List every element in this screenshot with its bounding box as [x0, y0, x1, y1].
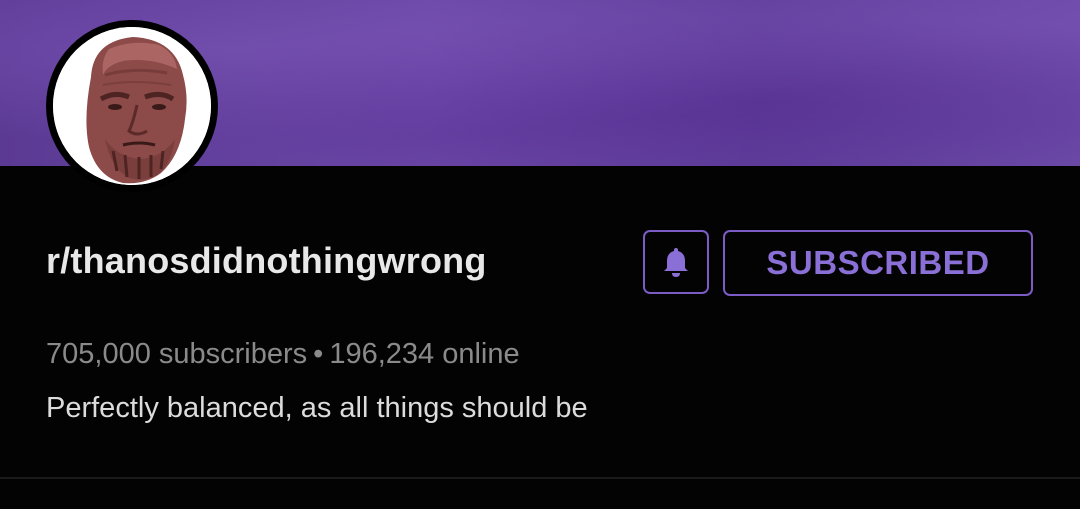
subreddit-stats: 705,000 subscribers • 196,234 online — [46, 338, 520, 371]
notification-bell-button[interactable] — [643, 230, 709, 294]
subreddit-description: Perfectly balanced, as all things should… — [46, 392, 588, 424]
subreddit-name: r/thanosdidnothingwrong — [46, 240, 487, 281]
thanos-face-icon — [53, 27, 211, 185]
subreddit-header: r/thanosdidnothingwrong SUBSCRIBED 705,0… — [0, 0, 1080, 509]
divider — [0, 477, 1080, 479]
subscribed-button[interactable]: SUBSCRIBED — [723, 230, 1033, 296]
subscriber-count: 705,000 subscribers — [46, 338, 308, 370]
online-count: 196,234 online — [329, 338, 520, 370]
bell-icon — [664, 248, 688, 277]
subreddit-avatar[interactable] — [46, 20, 218, 192]
stats-separator: • — [313, 338, 324, 370]
